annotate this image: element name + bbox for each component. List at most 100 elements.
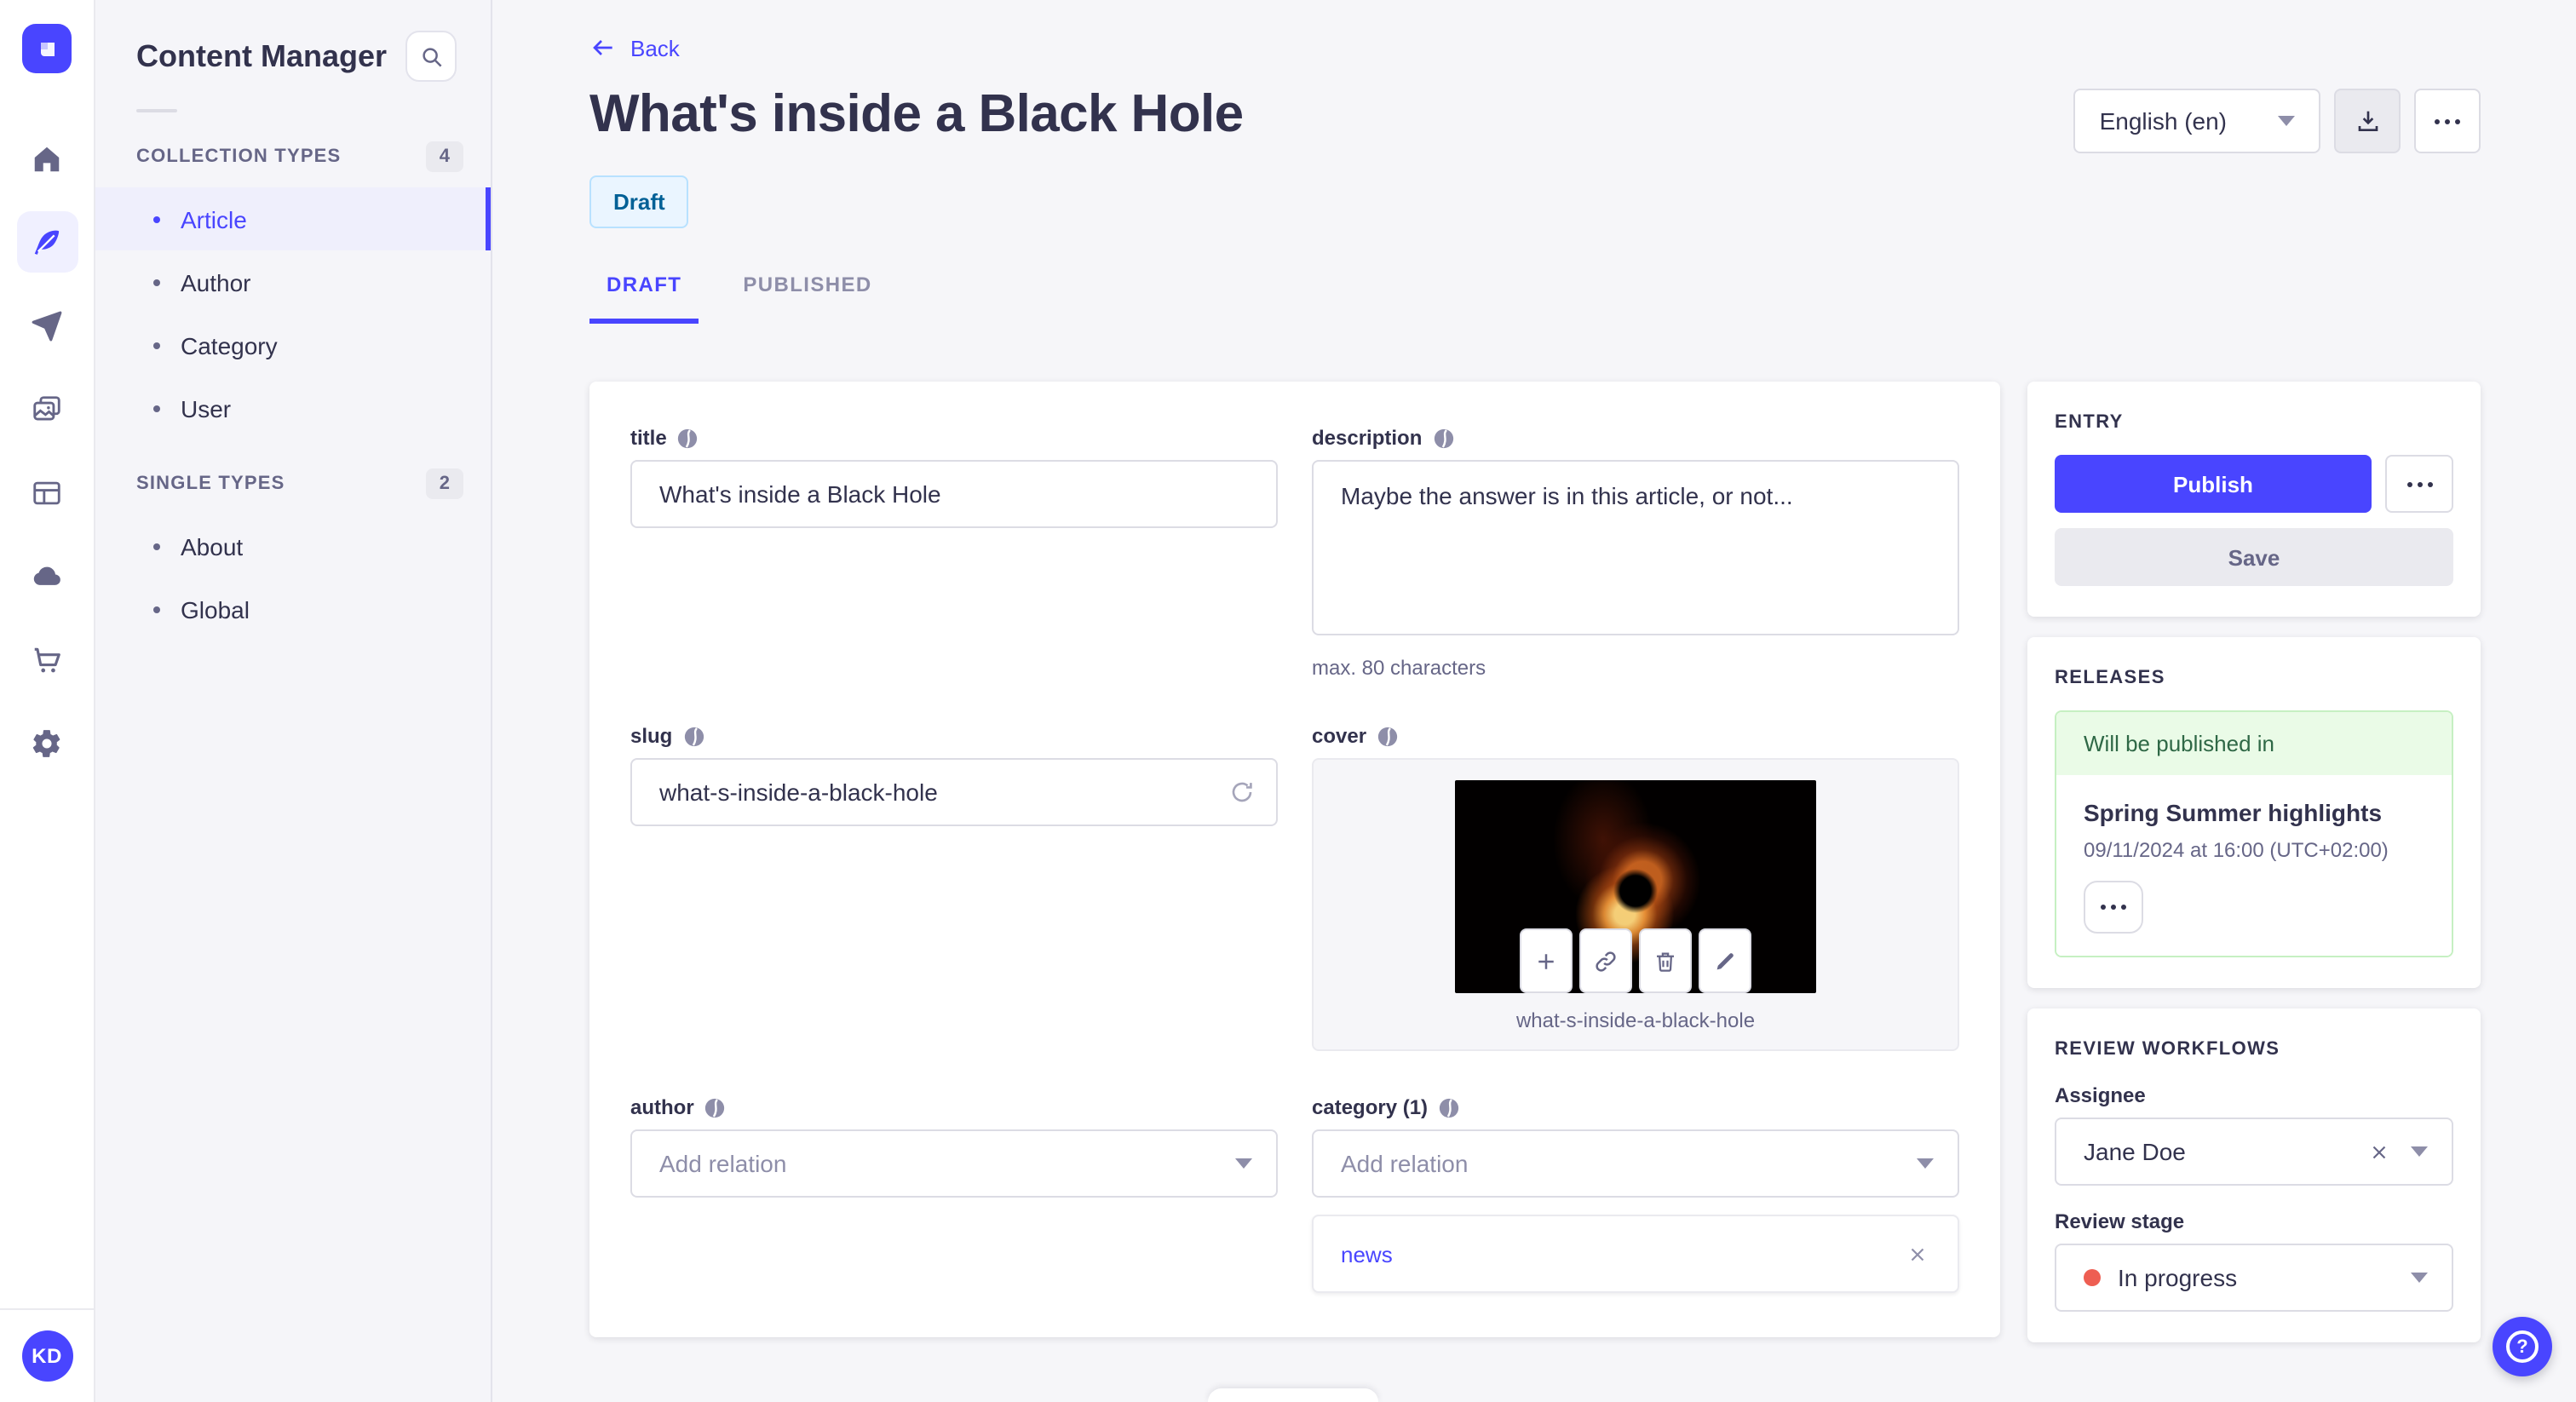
- chevron-down-icon: [2411, 1146, 2428, 1157]
- sidebar-item-label: Category: [181, 331, 278, 359]
- clear-icon[interactable]: [2368, 1141, 2390, 1163]
- pencil-icon: [1716, 952, 1734, 969]
- delete-media-button[interactable]: [1639, 928, 1692, 993]
- plus-icon: [1538, 953, 1554, 968]
- settings-gear-icon[interactable]: [16, 712, 78, 773]
- search-button[interactable]: [405, 31, 457, 82]
- release-status: Will be published in: [2056, 712, 2452, 775]
- ellipsis-icon: [2406, 481, 2432, 486]
- sidebar-item-user[interactable]: User: [95, 376, 491, 440]
- help-button[interactable]: ?: [2493, 1317, 2552, 1376]
- app-rail: KD: [0, 0, 95, 1402]
- next-section-peek: [1208, 1388, 1378, 1402]
- entry-more-button[interactable]: [2385, 455, 2453, 513]
- single-types-section: SINGLE TYPES 2 About Global: [95, 453, 491, 641]
- description-hint: max. 80 characters: [1312, 656, 1486, 680]
- title-input[interactable]: [630, 460, 1278, 528]
- page-title: What's inside a Black Hole: [589, 83, 1244, 143]
- user-avatar[interactable]: KD: [21, 1330, 72, 1382]
- save-button[interactable]: Save: [2055, 528, 2453, 586]
- cloud-icon[interactable]: [16, 545, 78, 606]
- bullet-icon: [153, 342, 160, 348]
- cover-field-label: cover: [1312, 724, 1367, 748]
- content-manager-sidebar: Content Manager COLLECTION TYPES 4 Artic…: [95, 0, 492, 1402]
- release-name: Spring Summer highlights: [2084, 799, 2383, 826]
- bullet-icon: [153, 405, 160, 411]
- status-badge: Draft: [589, 175, 689, 228]
- category-placeholder: Add relation: [1341, 1150, 1469, 1177]
- cover-filename: what-s-inside-a-black-hole: [1515, 1008, 1756, 1032]
- back-arrow-icon: [593, 40, 612, 55]
- regenerate-slug-button[interactable]: [1228, 779, 1256, 814]
- download-button[interactable]: [2334, 89, 2401, 153]
- collection-types-section: COLLECTION TYPES 4 Article Author Catego…: [95, 126, 491, 440]
- strapi-admin: KD Content Manager COLLECTION TYPES 4 Ar…: [0, 0, 2576, 1402]
- releases-panel: RELEASES Will be published in Spring Sum…: [2027, 637, 2481, 988]
- globe-icon: [705, 1097, 725, 1118]
- bullet-icon: [153, 279, 160, 285]
- edit-media-button[interactable]: [1699, 928, 1751, 993]
- slug-input[interactable]: [630, 758, 1278, 826]
- main-content: Back What's inside a Black Hole English …: [494, 0, 2576, 1402]
- sidebar-item-label: Author: [181, 268, 251, 296]
- description-field-label: description: [1312, 426, 1423, 450]
- sidebar-item-category[interactable]: Category: [95, 313, 491, 376]
- remove-relation-button[interactable]: [1900, 1237, 1934, 1271]
- cart-icon[interactable]: [16, 629, 78, 690]
- home-icon[interactable]: [16, 128, 78, 189]
- refresh-icon: [1232, 782, 1252, 802]
- field-description: description Maybe the answer is in this …: [1312, 426, 1959, 680]
- publish-button[interactable]: Publish: [2055, 455, 2372, 513]
- review-stage-combobox[interactable]: In progress: [2055, 1244, 2453, 1312]
- sidebar-divider: [136, 109, 177, 112]
- download-icon: [2357, 111, 2378, 131]
- sidebar-item-global[interactable]: Global: [95, 577, 491, 641]
- question-mark-icon: ?: [2506, 1330, 2539, 1363]
- ellipsis-icon: [2435, 118, 2460, 124]
- category-relation-combobox[interactable]: Add relation: [1312, 1129, 1959, 1198]
- description-textarea[interactable]: Maybe the answer is in this article, or …: [1312, 460, 1959, 635]
- review-workflows-panel: REVIEW WORKFLOWS Assignee Jane Doe Revie…: [2027, 1008, 2481, 1342]
- assignee-label: Assignee: [2055, 1083, 2146, 1107]
- slug-field-label: slug: [630, 724, 673, 748]
- field-slug: slug: [630, 724, 1278, 826]
- release-card: Will be published in Spring Summer highl…: [2055, 710, 2453, 957]
- more-options-button[interactable]: [2414, 89, 2481, 153]
- field-cover: cover what-s-inside-a-black-hole: [1312, 724, 1959, 1051]
- send-icon[interactable]: [16, 295, 78, 356]
- relation-link-news[interactable]: news: [1341, 1241, 1393, 1267]
- version-tabs: DRAFT PUBLISHED: [589, 262, 2481, 324]
- chevron-down-icon: [2411, 1273, 2428, 1283]
- section-label: COLLECTION TYPES: [136, 147, 342, 167]
- field-author: author Add relation: [630, 1095, 1278, 1198]
- copy-link-button[interactable]: [1579, 928, 1632, 993]
- sidebar-item-article[interactable]: Article: [95, 187, 491, 250]
- category-relation-item: news: [1312, 1215, 1959, 1293]
- release-more-button[interactable]: [2084, 881, 2143, 934]
- author-relation-combobox[interactable]: Add relation: [630, 1129, 1278, 1198]
- tab-published[interactable]: PUBLISHED: [726, 262, 888, 324]
- stage-value: In progress: [2118, 1264, 2238, 1291]
- releases-heading: RELEASES: [2055, 668, 2165, 688]
- tab-draft[interactable]: DRAFT: [589, 262, 699, 324]
- sidebar-item-about[interactable]: About: [95, 514, 491, 577]
- assignee-combobox[interactable]: Jane Doe: [2055, 1118, 2453, 1186]
- rail-nav: [16, 128, 78, 773]
- locale-select[interactable]: English (en): [2073, 89, 2320, 153]
- section-count-badge: 4: [425, 141, 463, 172]
- cover-actions: [1520, 928, 1751, 993]
- add-media-button[interactable]: [1520, 928, 1573, 993]
- layout-icon[interactable]: [16, 462, 78, 523]
- globe-icon: [1439, 1097, 1459, 1118]
- strapi-logo[interactable]: [22, 24, 72, 73]
- review-workflows-heading: REVIEW WORKFLOWS: [2055, 1039, 2280, 1060]
- sidebar-item-author[interactable]: Author: [95, 250, 491, 313]
- category-field-label: category (1): [1312, 1095, 1429, 1119]
- link-icon: [1596, 951, 1616, 971]
- media-library-icon[interactable]: [16, 378, 78, 440]
- globe-icon: [1377, 726, 1398, 746]
- globe-icon: [1434, 428, 1453, 448]
- back-link[interactable]: Back: [589, 34, 680, 61]
- content-manager-feather-icon[interactable]: [16, 211, 78, 273]
- sidebar-item-label: User: [181, 394, 232, 422]
